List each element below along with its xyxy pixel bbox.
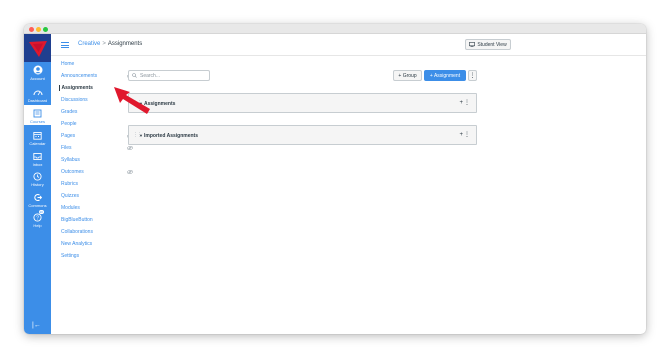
collapse-nav-button[interactable]: |←: [32, 322, 41, 329]
nav-dashboard[interactable]: Dashboard: [24, 84, 51, 104]
help-icon: ? 10: [33, 210, 44, 222]
nav-label: Calendar: [29, 141, 46, 146]
calendar-icon: [33, 130, 43, 140]
add-assignment-to-group-icon[interactable]: +: [459, 132, 463, 138]
student-view-icon: [469, 42, 476, 47]
course-nav-home[interactable]: Home: [61, 61, 74, 67]
course-nav-modules[interactable]: Modules: [61, 205, 80, 211]
course-nav-assignments[interactable]: Assignments: [59, 85, 93, 91]
minimize-window-button[interactable]: [36, 26, 41, 32]
course-nav-bigbluebutton[interactable]: BigBlueButton: [61, 217, 93, 223]
courses-icon: [33, 108, 43, 118]
more-options-button[interactable]: ⋮: [468, 70, 477, 81]
nav-label: Account: [30, 76, 45, 81]
nav-label: Commons: [28, 203, 47, 208]
nav-commons[interactable]: Commons: [24, 189, 51, 209]
hidden-eye-icon: [127, 146, 133, 150]
svg-text:?: ?: [36, 215, 39, 221]
course-nav-quizzes[interactable]: Quizzes: [61, 193, 79, 199]
course-nav-collaborations[interactable]: Collaborations: [61, 229, 93, 235]
nav-label: Courses: [30, 119, 45, 124]
commons-icon: [33, 192, 43, 202]
kebab-icon: ⋮: [469, 73, 476, 79]
global-navigation: Account Dashboard Courses Calendar Inbox: [24, 34, 51, 334]
page-header: Creative > Assignments Student View: [51, 34, 646, 56]
browser-window: Account Dashboard Courses Calendar Inbox: [24, 24, 646, 334]
nav-help[interactable]: ? 10 Help: [24, 209, 51, 229]
search-icon: [132, 73, 137, 78]
course-navigation: Home Announcements Assignments Discussio…: [51, 57, 133, 334]
course-nav-new-analytics[interactable]: New Analytics: [61, 241, 92, 247]
course-nav-discussions[interactable]: Discussions: [61, 97, 88, 103]
hidden-eye-icon: [127, 170, 133, 174]
annotation-arrow-icon: [114, 87, 150, 114]
breadcrumb-separator: >: [102, 41, 106, 47]
dashboard-icon: [33, 87, 43, 97]
student-view-label: Student View: [477, 41, 507, 48]
nav-courses[interactable]: Courses: [24, 105, 51, 125]
nav-label: Inbox: [32, 162, 43, 167]
assignment-group-title: Imported Assignments: [144, 132, 198, 139]
student-view-button[interactable]: Student View: [465, 39, 511, 50]
assignment-group[interactable]: ⋮⋮ ▼ Assignments + ⋮: [128, 93, 477, 113]
add-assignment-to-group-icon[interactable]: +: [459, 100, 463, 106]
course-nav-files[interactable]: Files: [61, 145, 72, 151]
add-assignment-button[interactable]: + Assignment: [424, 70, 466, 81]
course-nav-grades[interactable]: Grades: [61, 109, 77, 115]
course-nav-pages[interactable]: Pages: [61, 133, 75, 139]
add-group-label: + Group: [398, 72, 417, 79]
nav-label: History: [31, 182, 44, 187]
maximize-window-button[interactable]: [43, 26, 48, 32]
add-assignment-label: + Assignment: [429, 72, 461, 79]
logo-icon: [28, 41, 47, 57]
course-nav-outcomes[interactable]: Outcomes: [61, 169, 84, 175]
breadcrumb: Creative > Assignments: [78, 41, 142, 47]
search-input[interactable]: Search...: [128, 70, 210, 81]
help-badge: 10: [38, 210, 44, 214]
caret-down-icon[interactable]: ▼: [139, 133, 143, 138]
course-nav-people[interactable]: People: [61, 121, 77, 127]
account-icon: [33, 65, 43, 75]
course-nav-announcements[interactable]: Announcements: [61, 73, 97, 79]
assignment-group[interactable]: ⋮⋮ ▼ Imported Assignments + ⋮: [128, 125, 477, 145]
hamburger-menu-icon[interactable]: [61, 42, 69, 48]
nav-calendar[interactable]: Calendar: [24, 127, 51, 147]
nav-inbox[interactable]: Inbox: [24, 148, 51, 168]
search-placeholder: Search...: [140, 72, 161, 79]
add-group-button[interactable]: + Group: [393, 70, 422, 81]
nav-history[interactable]: History: [24, 168, 51, 188]
course-nav-rubrics[interactable]: Rubrics: [61, 181, 78, 187]
nav-label: Help: [33, 223, 42, 228]
course-nav-syllabus[interactable]: Syllabus: [61, 157, 80, 163]
window-titlebar: [24, 24, 646, 34]
history-icon: [33, 171, 43, 181]
close-window-button[interactable]: [29, 26, 34, 32]
course-nav-settings[interactable]: Settings: [61, 253, 79, 259]
breadcrumb-current: Assignments: [107, 41, 143, 47]
nav-label: Dashboard: [27, 98, 48, 103]
group-options-icon[interactable]: ⋮: [464, 100, 470, 106]
inbox-icon: [33, 151, 43, 161]
logo[interactable]: [24, 34, 51, 62]
breadcrumb-course-link[interactable]: Creative: [78, 41, 100, 47]
group-options-icon[interactable]: ⋮: [464, 132, 470, 138]
nav-account[interactable]: Account: [24, 62, 51, 83]
